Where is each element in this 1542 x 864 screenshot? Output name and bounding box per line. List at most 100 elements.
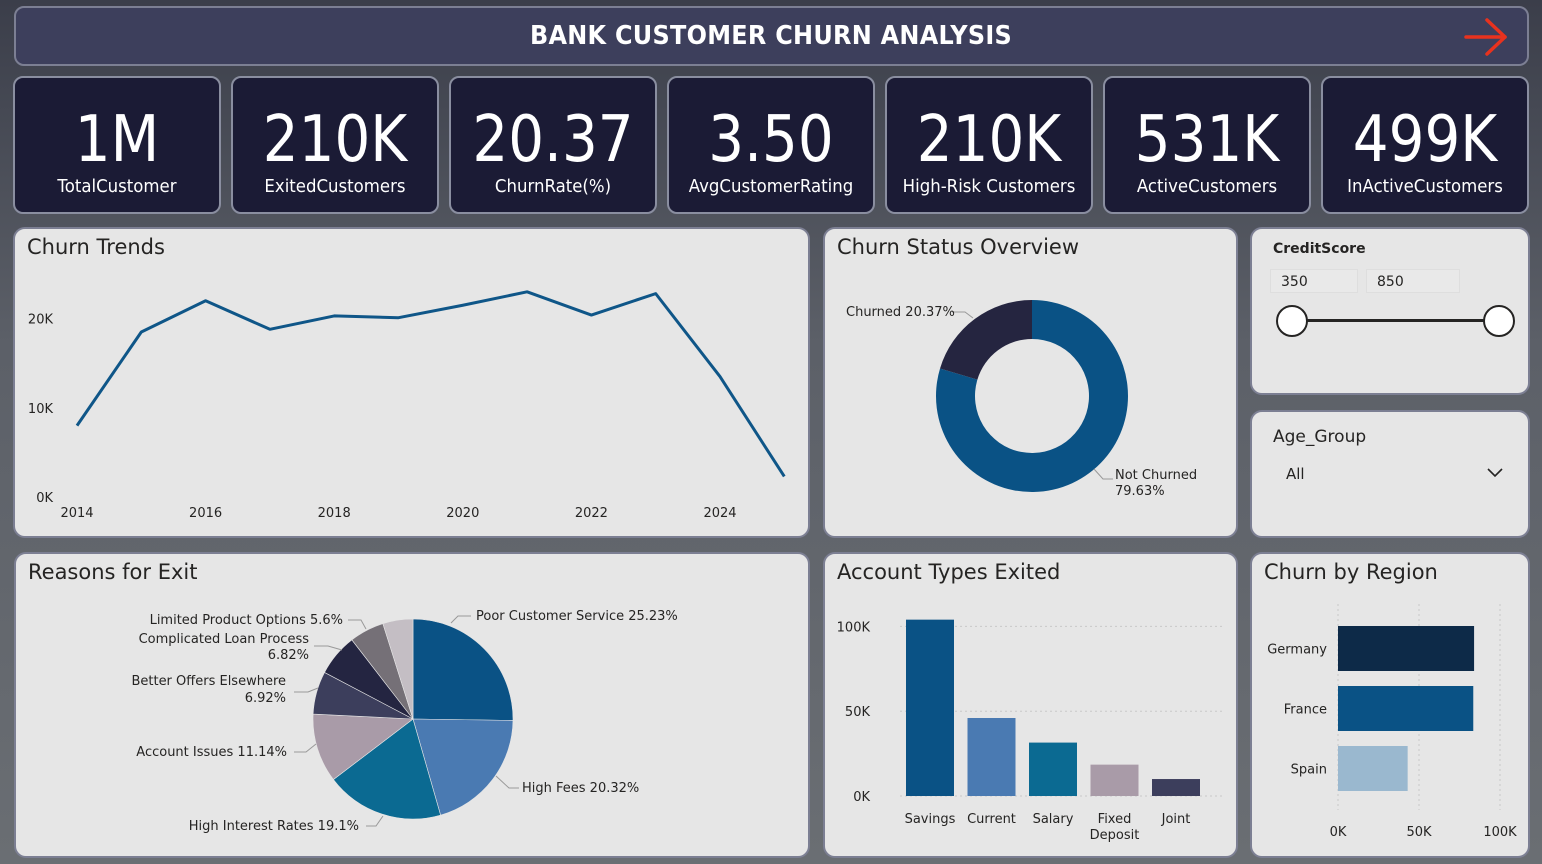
y-tick-label: 0K bbox=[853, 790, 870, 805]
y-tick-label: 10K bbox=[28, 402, 54, 417]
churn-status-donut-chart: Churned 20.37% Not Churned79.63% bbox=[846, 300, 1197, 499]
region-bar bbox=[1338, 626, 1475, 671]
kpi-inactive-customers: 499K InActiveCustomers bbox=[1321, 76, 1529, 214]
leader-line bbox=[1093, 468, 1113, 480]
y-tick-label: 50K bbox=[845, 705, 871, 720]
credit-score-min-handle[interactable] bbox=[1276, 305, 1308, 337]
pie-slice bbox=[412, 618, 514, 721]
kpi-label: ChurnRate(%) bbox=[494, 176, 612, 197]
x-tick-label: 2016 bbox=[189, 506, 222, 521]
leader-line bbox=[348, 619, 367, 630]
x-tick-label: 50K bbox=[1406, 825, 1432, 840]
region-bar bbox=[1338, 746, 1408, 791]
churn-by-region-bar-chart: 0K 50K 100K Germany France Spain bbox=[1267, 604, 1517, 840]
x-tick-label: 2018 bbox=[318, 506, 351, 521]
kpi-value: 20.37 bbox=[472, 103, 634, 177]
kpi-label: High-Risk Customers bbox=[902, 176, 1076, 197]
credit-score-max-value: 850 bbox=[1377, 274, 1404, 290]
churn-by-region-panel[interactable]: Churn by Region 0K 50K 100K Germany France Sp… bbox=[1250, 552, 1530, 858]
churn-trends-chart: 0K 10K 20K 2014 2016 2018 2020 2022 2024 bbox=[28, 290, 786, 521]
kpi-churn-rate: 20.37 ChurnRate(%) bbox=[449, 76, 657, 214]
credit-score-slicer[interactable]: CreditScore 350 850 bbox=[1250, 227, 1530, 395]
y-tick-label: 0K bbox=[36, 491, 53, 506]
y-tick-label: 20K bbox=[28, 313, 54, 328]
arrow-right-icon[interactable] bbox=[1463, 17, 1509, 57]
pie-label-poor-service: Poor Customer Service 25.23% bbox=[476, 609, 678, 624]
x-tick-label: Savings bbox=[905, 812, 956, 827]
leader-line bbox=[314, 645, 343, 651]
kpi-label: TotalCustomer bbox=[57, 176, 177, 197]
kpi-label: ActiveCustomers bbox=[1136, 176, 1278, 197]
credit-score-slider-track[interactable] bbox=[1292, 319, 1499, 322]
account-types-panel[interactable]: Account Types Exited 0K 50K 100K Savings Cur… bbox=[823, 552, 1238, 858]
y-tick-label: France bbox=[1284, 703, 1327, 718]
dashboard-header: BANK CUSTOMER CHURN ANALYSIS bbox=[14, 6, 1529, 66]
pie-label-better-offers-pct: 6.92% bbox=[245, 691, 286, 706]
age-group-title: Age_Group bbox=[1273, 427, 1367, 447]
pie-label-loan-process-pct: 6.82% bbox=[268, 648, 309, 663]
credit-score-max-handle[interactable] bbox=[1483, 305, 1515, 337]
account-type-bar bbox=[967, 718, 1016, 796]
leader-line bbox=[294, 687, 319, 693]
leader-line bbox=[495, 775, 519, 789]
pie-label-loan-process: Complicated Loan Process bbox=[139, 632, 310, 647]
kpi-value: 531K bbox=[1134, 103, 1280, 177]
x-tick-label: 2014 bbox=[60, 506, 93, 521]
y-tick-label: Germany bbox=[1267, 643, 1327, 658]
y-tick-label: 100K bbox=[837, 620, 871, 635]
x-tick-label: Fixed bbox=[1098, 812, 1132, 827]
y-tick-label: Spain bbox=[1291, 763, 1327, 778]
kpi-active-customers: 531K ActiveCustomers bbox=[1103, 76, 1311, 214]
account-type-bar bbox=[906, 619, 954, 796]
kpi-total-customer: 1M TotalCustomer bbox=[13, 76, 221, 214]
pie-label-limited-products: Limited Product Options 5.6% bbox=[150, 613, 343, 628]
x-tick-label: 0K bbox=[1330, 825, 1347, 840]
pie-label-high-interest: High Interest Rates 19.1% bbox=[189, 819, 359, 834]
credit-score-max-input[interactable]: 850 bbox=[1366, 269, 1460, 293]
kpi-value: 1M bbox=[74, 103, 160, 177]
x-tick-label: Salary bbox=[1033, 812, 1074, 827]
leader-line bbox=[952, 311, 974, 319]
chevron-down-icon bbox=[1487, 468, 1503, 478]
churn-status-panel[interactable]: Churn Status Overview Churned 20.37% Not … bbox=[823, 227, 1238, 538]
x-tick-label: Joint bbox=[1161, 812, 1191, 827]
age-group-slicer[interactable]: Age_Group All bbox=[1250, 410, 1530, 538]
kpi-exited-customers: 210K ExitedCustomers bbox=[231, 76, 439, 214]
donut-label-churned: Churned 20.37% bbox=[846, 305, 955, 320]
pie-label-high-fees: High Fees 20.32% bbox=[522, 781, 639, 796]
leader-line bbox=[366, 815, 384, 827]
credit-score-title: CreditScore bbox=[1273, 241, 1366, 257]
churn-trend-line bbox=[75, 290, 786, 478]
kpi-label: InActiveCustomers bbox=[1347, 176, 1503, 197]
x-tick-label: 2024 bbox=[703, 506, 736, 521]
reasons-for-exit-pie-chart: Poor Customer Service 25.23% High Fees 20… bbox=[131, 609, 678, 834]
kpi-value: 210K bbox=[916, 103, 1062, 177]
leader-line bbox=[450, 615, 471, 624]
kpi-value: 499K bbox=[1352, 103, 1498, 177]
account-type-bar bbox=[1090, 764, 1139, 796]
account-type-bar bbox=[1152, 779, 1200, 796]
kpi-label: AvgCustomerRating bbox=[688, 176, 854, 197]
credit-score-min-input[interactable]: 350 bbox=[1270, 269, 1358, 293]
account-type-bar bbox=[1029, 742, 1077, 796]
reasons-for-exit-panel[interactable]: Reasons for Exit Poor Customer Service 2… bbox=[14, 552, 810, 858]
dashboard-title: BANK CUSTOMER CHURN ANALYSIS bbox=[530, 21, 1013, 51]
donut-label-not-churned: Not Churned bbox=[1115, 468, 1197, 483]
kpi-label: ExitedCustomers bbox=[264, 176, 406, 197]
x-tick-label: 2022 bbox=[575, 506, 608, 521]
pie-label-better-offers: Better Offers Elsewhere bbox=[131, 674, 286, 689]
kpi-avg-customer-rating: 3.50 AvgCustomerRating bbox=[667, 76, 875, 214]
x-tick-label: Current bbox=[967, 812, 1016, 827]
donut-label-not-churned-pct: 79.63% bbox=[1115, 484, 1165, 499]
kpi-value: 210K bbox=[262, 103, 408, 177]
churn-trends-panel[interactable]: Churn Trends 0K 10K 20K 2014 2016 2018 2020 202… bbox=[13, 227, 810, 538]
leader-line bbox=[294, 743, 317, 753]
credit-score-min-value: 350 bbox=[1281, 274, 1308, 290]
x-tick-label: 2020 bbox=[446, 506, 479, 521]
kpi-high-risk-customers: 210K High-Risk Customers bbox=[885, 76, 1093, 214]
age-group-dropdown[interactable]: All bbox=[1270, 460, 1516, 488]
pie-label-account-issues: Account Issues 11.14% bbox=[136, 745, 287, 760]
kpi-value: 3.50 bbox=[708, 103, 834, 177]
age-group-selected: All bbox=[1286, 465, 1305, 483]
x-tick-label: Deposit bbox=[1090, 828, 1140, 843]
